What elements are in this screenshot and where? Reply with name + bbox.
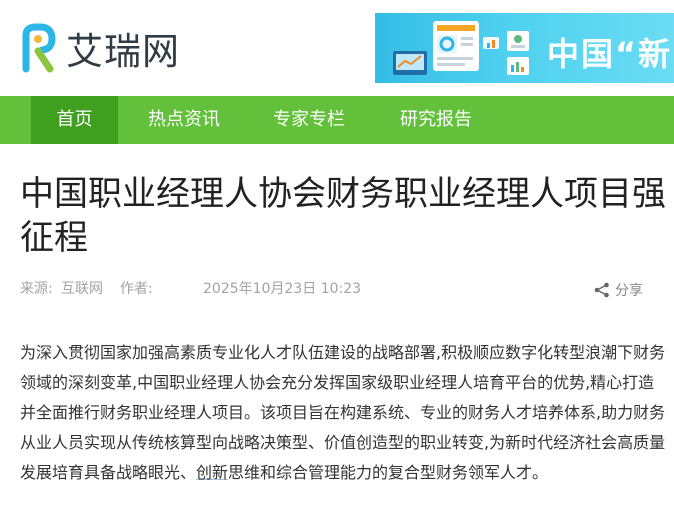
site-header: 艾瑞网 中国“新 (0, 0, 674, 96)
share-label: 分享 (615, 283, 643, 299)
author-label: 作者: (120, 281, 153, 297)
article-title: 中国职业经理人协会财务职业经理人项目强 (20, 174, 666, 214)
article-body: 为深入贯彻国家加强高素质专业化人才队伍建设的战略部署,积极顺应数字化转型浪潮下财… (20, 338, 666, 488)
nav-item-research-reports[interactable]: 研究报告 (390, 96, 482, 144)
ad-banner[interactable]: 中国“新 (375, 13, 674, 83)
logo-icon (20, 23, 56, 73)
logo-text: 艾瑞网 (66, 30, 180, 73)
nav-item-hot-news[interactable]: 热点资讯 (138, 96, 230, 144)
share-icon (594, 282, 609, 298)
source-value: 互联网 (61, 281, 103, 297)
site-logo[interactable]: 艾瑞网 (20, 22, 180, 74)
share-button[interactable]: 分享 (594, 280, 643, 300)
publish-datetime: 2025年10月23日 10:23 (203, 281, 362, 297)
main-nav: 首页 热点资讯 专家专栏 研究报告 (0, 96, 674, 144)
article-title-line2: 征程 (20, 218, 88, 258)
article-body-part2: 思维和综合管理能力的复合型财务领军人才。 (228, 463, 549, 482)
article-body-part1: 为深入贯彻国家加强高素质专业化人才队伍建设的战略部署,积极顺应数字化转型浪潮下财… (20, 343, 666, 482)
nav-item-expert-column[interactable]: 专家专栏 (263, 96, 355, 144)
banner-illustration-icon (393, 21, 529, 75)
nav-item-home[interactable]: 首页 (31, 96, 118, 144)
source-label: 来源: (20, 281, 53, 297)
banner-text: 中国“新 (547, 35, 673, 73)
innovation-link[interactable]: 创新 (196, 463, 228, 482)
